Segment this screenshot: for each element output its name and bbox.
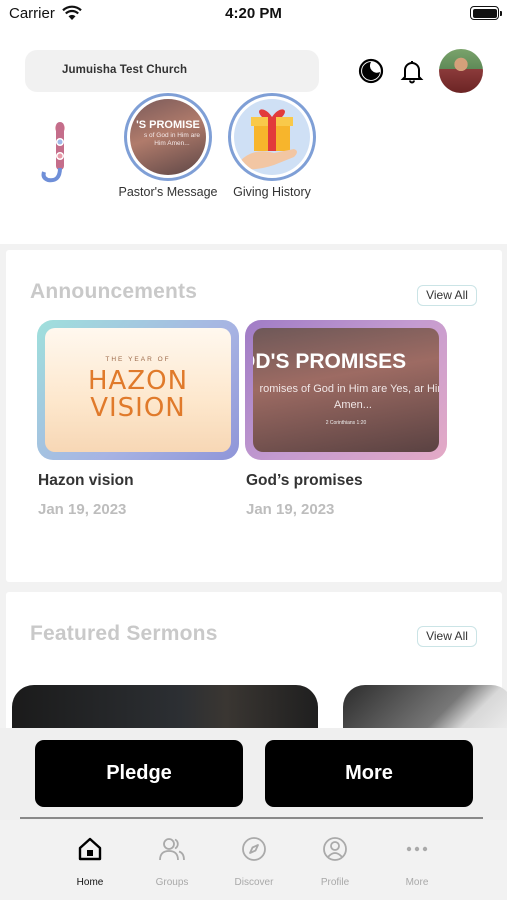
announcement-title[interactable]: Hazon vision: [38, 472, 134, 490]
story-image-text: s of God in Him are Him Amen...: [144, 132, 200, 147]
story-giving-history[interactable]: Giving History: [222, 93, 322, 199]
action-bar: Pledge More: [0, 728, 507, 820]
image-title: HAZON VISION: [87, 366, 189, 423]
sermons-view-all-button[interactable]: View All: [417, 626, 477, 647]
story-ring: [228, 93, 316, 181]
announcement-image: THE YEAR OF HAZON VISION: [45, 328, 231, 452]
church-name: Jumuisha Test Church: [62, 64, 188, 76]
announcement-title[interactable]: God’s promises: [246, 472, 363, 490]
story-label: Pastor's Message: [118, 185, 218, 199]
compass-icon: [242, 837, 266, 861]
church-logo: [41, 122, 65, 183]
clock: 4:20 PM: [225, 5, 282, 22]
home-icon: [78, 837, 102, 861]
tab-label: Discover: [234, 877, 274, 888]
tab-profile[interactable]: Profile: [294, 834, 376, 888]
battery-icon: [470, 6, 502, 20]
groups-icon: [159, 838, 185, 861]
tab-label: Home: [76, 877, 104, 888]
tab-label: More: [405, 877, 429, 888]
image-title: OD'S PROMISES: [253, 350, 407, 373]
announcement-date: Jan 19, 2023: [38, 501, 127, 518]
image-kicker: THE YEAR OF: [105, 356, 171, 363]
story-pastors-message[interactable]: 'S PROMISE s of God in Him are Him Amen.…: [118, 93, 218, 199]
more-dots-icon: [406, 846, 428, 852]
announcements-view-all-button[interactable]: View All: [417, 285, 477, 306]
section-title: Announcements: [30, 280, 198, 303]
dark-mode-icon[interactable]: [358, 58, 384, 84]
notification-bell-icon[interactable]: [399, 58, 425, 84]
image-text: romises of God in Him are Yes, ar Him Am…: [259, 383, 439, 411]
story-label: Giving History: [233, 185, 311, 199]
tab-label: Groups: [155, 877, 189, 888]
story-ring: 'S PROMISE s of God in Him are Him Amen.…: [124, 93, 212, 181]
more-button[interactable]: More: [265, 740, 473, 807]
announcement-image: OD'S PROMISES romises of God in Him are …: [253, 328, 439, 452]
pastor-message-thumbnail: 'S PROMISE s of God in Him are Him Amen.…: [130, 99, 206, 175]
avatar[interactable]: [439, 49, 483, 93]
section-title: Featured Sermons: [30, 622, 218, 645]
announcement-card-hazon[interactable]: THE YEAR OF HAZON VISION: [37, 320, 239, 460]
announcement-card-promises[interactable]: OD'S PROMISES romises of God in Him are …: [245, 320, 447, 460]
tab-more[interactable]: More: [376, 834, 458, 888]
divider: [20, 817, 483, 819]
app-header: Jumuisha Test Church 'S PROMISE s of God…: [0, 26, 507, 244]
announcements-section: Announcements View All THE YEAR OF HAZON…: [6, 250, 502, 582]
image-reference: 2 Corinthians 1:20: [325, 420, 367, 426]
church-selector[interactable]: Jumuisha Test Church: [25, 50, 319, 92]
announcement-date: Jan 19, 2023: [246, 501, 335, 518]
tab-discover[interactable]: Discover: [213, 834, 295, 888]
profile-icon: [323, 837, 347, 861]
story-image-title: 'S PROMISE: [136, 119, 200, 131]
tab-home[interactable]: Home: [49, 834, 131, 888]
status-bar: Carrier 4:20 PM: [0, 0, 507, 26]
tab-bar: Home Groups Discover Profile More: [0, 820, 507, 900]
gift-icon: [234, 99, 310, 175]
tab-label: Profile: [320, 877, 350, 888]
pledge-button[interactable]: Pledge: [35, 740, 243, 807]
tab-groups[interactable]: Groups: [131, 834, 213, 888]
